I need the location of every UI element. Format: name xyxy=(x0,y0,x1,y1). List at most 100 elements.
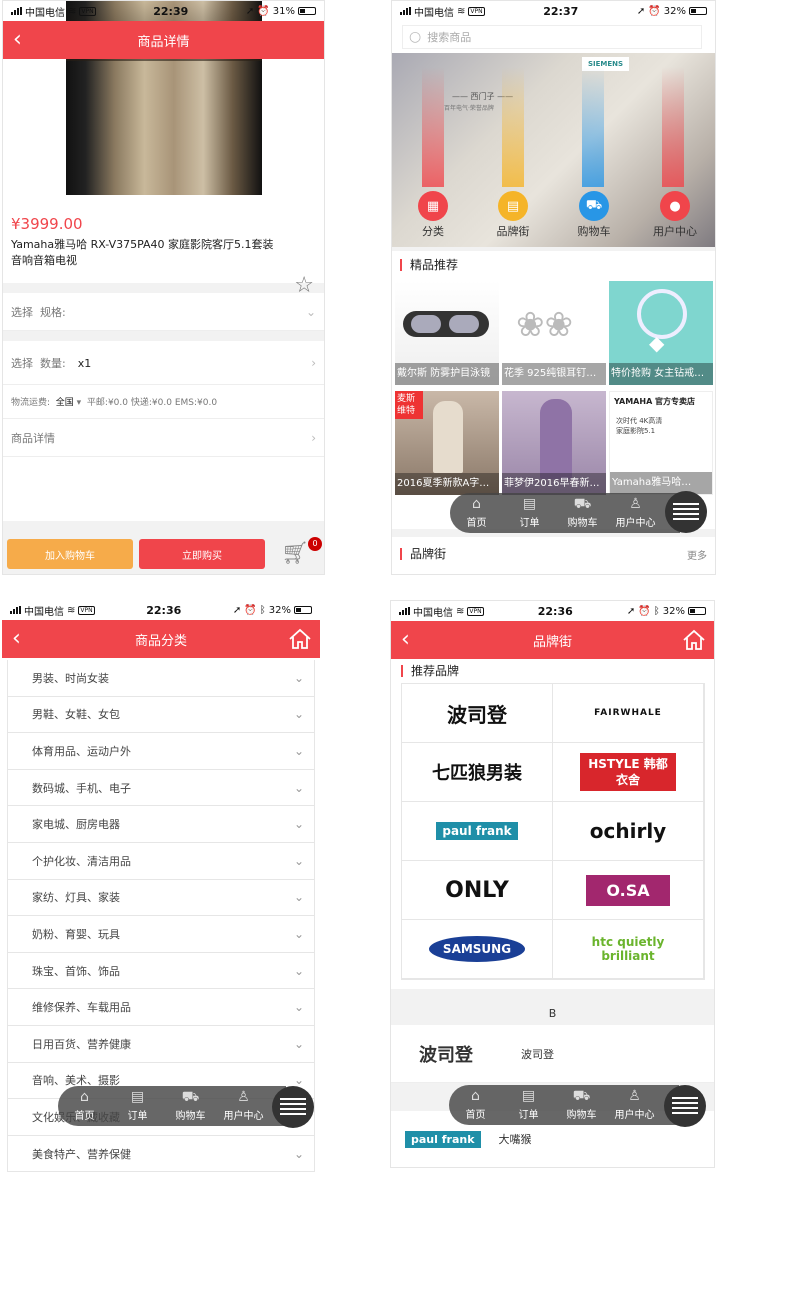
category-item[interactable]: 家纺、灯具、家装 ⌄ xyxy=(7,879,315,917)
spec-row[interactable]: 选择 规格: ⌄ xyxy=(3,293,324,331)
menu-icon xyxy=(280,1098,306,1116)
tab-home[interactable]: ⌂ 首页 xyxy=(450,497,503,529)
category-label: 家纺、灯具、家装 xyxy=(32,891,120,905)
tile-tag: 次时代 4K高清 家庭影院5.1 xyxy=(616,417,663,435)
back-arrow-icon[interactable]: ‹ xyxy=(13,29,33,51)
vpn-badge: VPN xyxy=(468,6,485,16)
cart-icon[interactable]: 🛒︎ xyxy=(281,541,309,566)
brand-tile-only[interactable]: ONLY xyxy=(402,861,553,920)
tab-label: 订单 xyxy=(518,1110,539,1121)
quantity-row[interactable]: 选择 数量: x1 › xyxy=(3,341,324,385)
category-item[interactable]: 维修保养、车载用品 ⌄ xyxy=(7,989,315,1026)
nav-user-center[interactable]: 用户中心 xyxy=(640,223,710,239)
category-item[interactable]: 男鞋、女鞋、女包 ⌄ xyxy=(7,696,315,734)
tab-user[interactable]: ♙ 用户中心 xyxy=(217,1090,270,1122)
product-tile[interactable]: 麦斯维特 2016夏季新款A字… xyxy=(395,391,499,495)
back-arrow-icon[interactable]: ‹ xyxy=(401,629,421,651)
product-tile[interactable]: 戴尔斯 防雾护目泳镜 xyxy=(395,281,499,385)
back-arrow-icon[interactable]: ‹ xyxy=(12,628,32,650)
battery-percent: 32% xyxy=(663,5,686,17)
brand-tile-osa[interactable]: O.SA xyxy=(553,861,704,920)
clock: 22:37 xyxy=(543,4,579,18)
category-label: 美食特产、营养保健 xyxy=(32,1147,131,1161)
wifi-icon: ≋ xyxy=(67,604,76,616)
chevron-down-icon: ⌄ xyxy=(293,780,304,795)
alarm-icon: ⏰ xyxy=(638,605,651,617)
details-row[interactable]: 商品详情 › xyxy=(3,419,324,457)
tab-user[interactable]: ♙ 用户中心 xyxy=(608,1089,661,1121)
tab-label: 首页 xyxy=(465,1110,486,1121)
tab-cart[interactable]: ⛟ 购物车 xyxy=(556,497,609,529)
brand-tile-samsung[interactable]: SAMSUNG xyxy=(402,920,553,979)
tab-orders[interactable]: ▤ 订单 xyxy=(502,1089,555,1121)
home-icon: ⌂ xyxy=(80,1089,89,1105)
brand-street-icon[interactable]: ▤ xyxy=(498,191,528,221)
chevron-down-icon: ⌄ xyxy=(293,817,304,832)
wifi-icon: ≋ xyxy=(68,5,77,17)
tile-caption: Yamaha雅马哈… xyxy=(610,472,712,494)
brand-list-item[interactable]: 波司登 波司登 xyxy=(391,1025,714,1083)
chevron-down-icon: ⌄ xyxy=(293,963,304,978)
nav-category[interactable]: 分类 xyxy=(398,223,468,239)
product-tile[interactable]: YAMAHA 官方专卖店 次时代 4K高清 家庭影院5.1 Yamaha雅马哈… xyxy=(609,391,713,495)
cart-badge: 0 xyxy=(308,537,322,551)
brand-tile-bosideng[interactable]: 波司登 xyxy=(402,684,553,743)
tab-home[interactable]: ⌂ 首页 xyxy=(449,1089,502,1121)
add-to-cart-button[interactable]: 加入购物车 xyxy=(7,539,133,569)
chevron-right-icon: › xyxy=(311,430,316,445)
nav-brand-street[interactable]: 品牌街 xyxy=(478,223,548,239)
buy-now-button[interactable]: 立即购买 xyxy=(139,539,265,569)
header-bar: ‹ 商品分类 xyxy=(2,620,320,658)
tab-orders[interactable]: ▤ 订单 xyxy=(111,1090,164,1122)
battery-icon xyxy=(297,7,316,15)
tab-cart[interactable]: ⛟ 购物车 xyxy=(555,1089,608,1121)
home-icon[interactable] xyxy=(288,627,312,651)
category-item[interactable]: 数码城、手机、电子 ⌄ xyxy=(7,769,315,807)
qty-value: x1 xyxy=(77,356,92,370)
brand-tile-paulfrank[interactable]: paul frank xyxy=(402,802,553,861)
category-item[interactable]: 奶粉、育婴、玩具 ⌄ xyxy=(7,916,315,953)
category-item[interactable]: 美食特产、营养保健 ⌄ xyxy=(7,1135,315,1172)
brand-logo: htc quietly brilliant xyxy=(591,935,665,963)
ship-region[interactable]: 全国 xyxy=(56,398,74,408)
chevron-down-icon: ⌄ xyxy=(293,1146,304,1161)
product-price: ¥3999.00 xyxy=(11,215,83,233)
category-label: 男装、时尚女装 xyxy=(32,671,109,685)
cart-icon[interactable]: ⛟ xyxy=(579,191,609,221)
product-tile[interactable]: 菲梦伊2016早春新… xyxy=(502,391,606,495)
menu-toggle-button[interactable] xyxy=(665,491,707,533)
search-input[interactable]: ○ 搜索商品 xyxy=(402,25,702,49)
carrier: 中国电信 xyxy=(25,7,65,19)
brand-tile-htc[interactable]: htc quietly brilliant xyxy=(553,920,704,979)
category-item[interactable]: 家电城、厨房电器 ⌄ xyxy=(7,806,315,843)
user-icon: ♙ xyxy=(237,1089,250,1105)
user-center-icon[interactable]: ● xyxy=(660,191,690,221)
category-icon[interactable]: ▦ xyxy=(418,191,448,221)
home-icon[interactable] xyxy=(682,628,706,652)
product-tile[interactable]: ❀❀ 花季 925纯银耳钉… xyxy=(502,281,606,385)
category-label: 日用百货、营养健康 xyxy=(32,1037,131,1051)
brand-tile-ochirly[interactable]: ochirly xyxy=(553,802,704,861)
category-item[interactable]: 个护化妆、清洁用品 ⌄ xyxy=(7,842,315,880)
menu-toggle-button[interactable] xyxy=(664,1085,706,1127)
brand-tile-septwolves[interactable]: 七匹狼男装 xyxy=(402,743,553,802)
tab-home[interactable]: ⌂ 首页 xyxy=(58,1090,111,1122)
brand-tile-fairwhale[interactable]: FAIRWHALE xyxy=(553,684,704,743)
tab-cart[interactable]: ⛟ 购物车 xyxy=(164,1090,217,1122)
signal-icon xyxy=(10,606,21,614)
wifi-icon: ≋ xyxy=(456,605,465,617)
nav-cart[interactable]: 购物车 xyxy=(559,223,629,239)
brand-logo: HSTYLE 韩都衣舍 xyxy=(580,753,676,791)
product-tile[interactable]: ◆ 特价抢购 女主钻戒… xyxy=(609,281,713,385)
category-item[interactable]: 体育用品、运动户外 ⌄ xyxy=(7,733,315,770)
category-item[interactable]: 珠宝、首饰、饰品 ⌄ xyxy=(7,952,315,990)
tab-user[interactable]: ♙ 用户中心 xyxy=(609,497,662,529)
menu-toggle-button[interactable] xyxy=(272,1086,314,1128)
category-item[interactable]: 日用百货、营养健康 ⌄ xyxy=(7,1025,315,1063)
favorite-star-icon[interactable]: ☆ xyxy=(294,273,314,298)
tab-orders[interactable]: ▤ 订单 xyxy=(503,497,556,529)
more-link[interactable]: 更多 xyxy=(687,547,707,562)
brand-list-name: 大嘴猴 xyxy=(498,1133,532,1146)
brand-tile-hstyle[interactable]: HSTYLE 韩都衣舍 xyxy=(553,743,704,802)
category-item[interactable]: 男装、时尚女装 ⌄ xyxy=(7,660,315,697)
